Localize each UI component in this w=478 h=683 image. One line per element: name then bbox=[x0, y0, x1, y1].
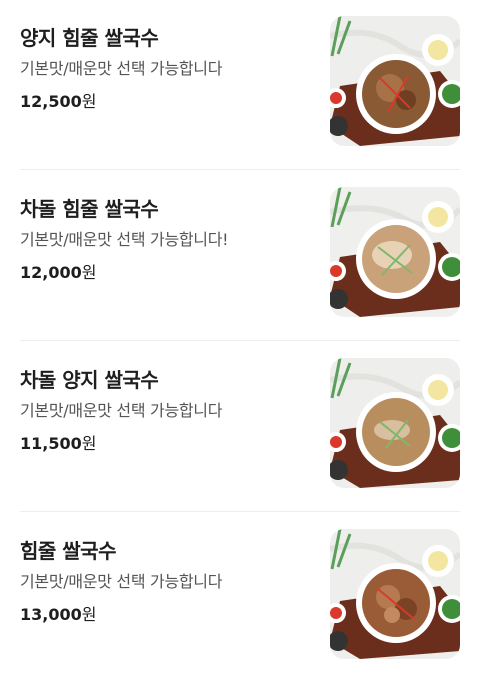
price-value: 12,000 bbox=[20, 263, 82, 282]
price-value: 11,500 bbox=[20, 434, 82, 453]
menu-item-photo[interactable] bbox=[330, 16, 460, 146]
menu-item-name: 양지 힘줄 쌀국수 bbox=[20, 26, 159, 50]
price-value: 13,000 bbox=[20, 605, 82, 624]
menu-item-photo[interactable] bbox=[330, 529, 460, 659]
divider bbox=[20, 511, 460, 512]
menu-item[interactable]: 차돌 양지 쌀국수 기본맛/매운맛 선택 가능합니다 11,500원 bbox=[0, 342, 478, 512]
menu-item[interactable]: 양지 힘줄 쌀국수 기본맛/매운맛 선택 가능합니다 12,500원 bbox=[0, 0, 478, 170]
menu-item[interactable]: 힘줄 쌀국수 기본맛/매운맛 선택 가능합니다 13,000원 bbox=[0, 513, 478, 683]
menu-item[interactable]: 차돌 힘줄 쌀국수 기본맛/매운맛 선택 가능합니다! 12,000원 bbox=[0, 171, 478, 341]
menu-item-photo[interactable] bbox=[330, 358, 460, 488]
menu-item-price: 12,500원 bbox=[20, 88, 96, 112]
menu-item-description: 기본맛/매운맛 선택 가능합니다 bbox=[20, 59, 223, 78]
pho-bowl-photo bbox=[330, 358, 460, 488]
currency-unit: 원 bbox=[81, 434, 97, 453]
menu-list: 양지 힘줄 쌀국수 기본맛/매운맛 선택 가능합니다 12,500원 차돌 힘줄… bbox=[0, 0, 478, 681]
menu-item-description: 기본맛/매운맛 선택 가능합니다 bbox=[20, 401, 223, 420]
pho-bowl-photo bbox=[330, 16, 460, 146]
divider bbox=[20, 169, 460, 170]
menu-item-description: 기본맛/매운맛 선택 가능합니다! bbox=[20, 230, 229, 249]
menu-item-price: 12,000원 bbox=[20, 259, 96, 283]
menu-item-name: 차돌 양지 쌀국수 bbox=[20, 368, 159, 392]
currency-unit: 원 bbox=[81, 92, 97, 111]
pho-bowl-photo bbox=[330, 529, 460, 659]
pho-bowl-photo bbox=[330, 187, 460, 317]
currency-unit: 원 bbox=[81, 263, 97, 282]
price-value: 12,500 bbox=[20, 92, 82, 111]
menu-item-price: 13,000원 bbox=[20, 601, 96, 625]
menu-item-price: 11,500원 bbox=[20, 430, 96, 454]
currency-unit: 원 bbox=[81, 605, 97, 624]
menu-item-description: 기본맛/매운맛 선택 가능합니다 bbox=[20, 572, 223, 591]
menu-item-name: 차돌 힘줄 쌀국수 bbox=[20, 197, 159, 221]
menu-item-photo[interactable] bbox=[330, 187, 460, 317]
divider bbox=[20, 340, 460, 341]
menu-item-name: 힘줄 쌀국수 bbox=[20, 539, 116, 563]
